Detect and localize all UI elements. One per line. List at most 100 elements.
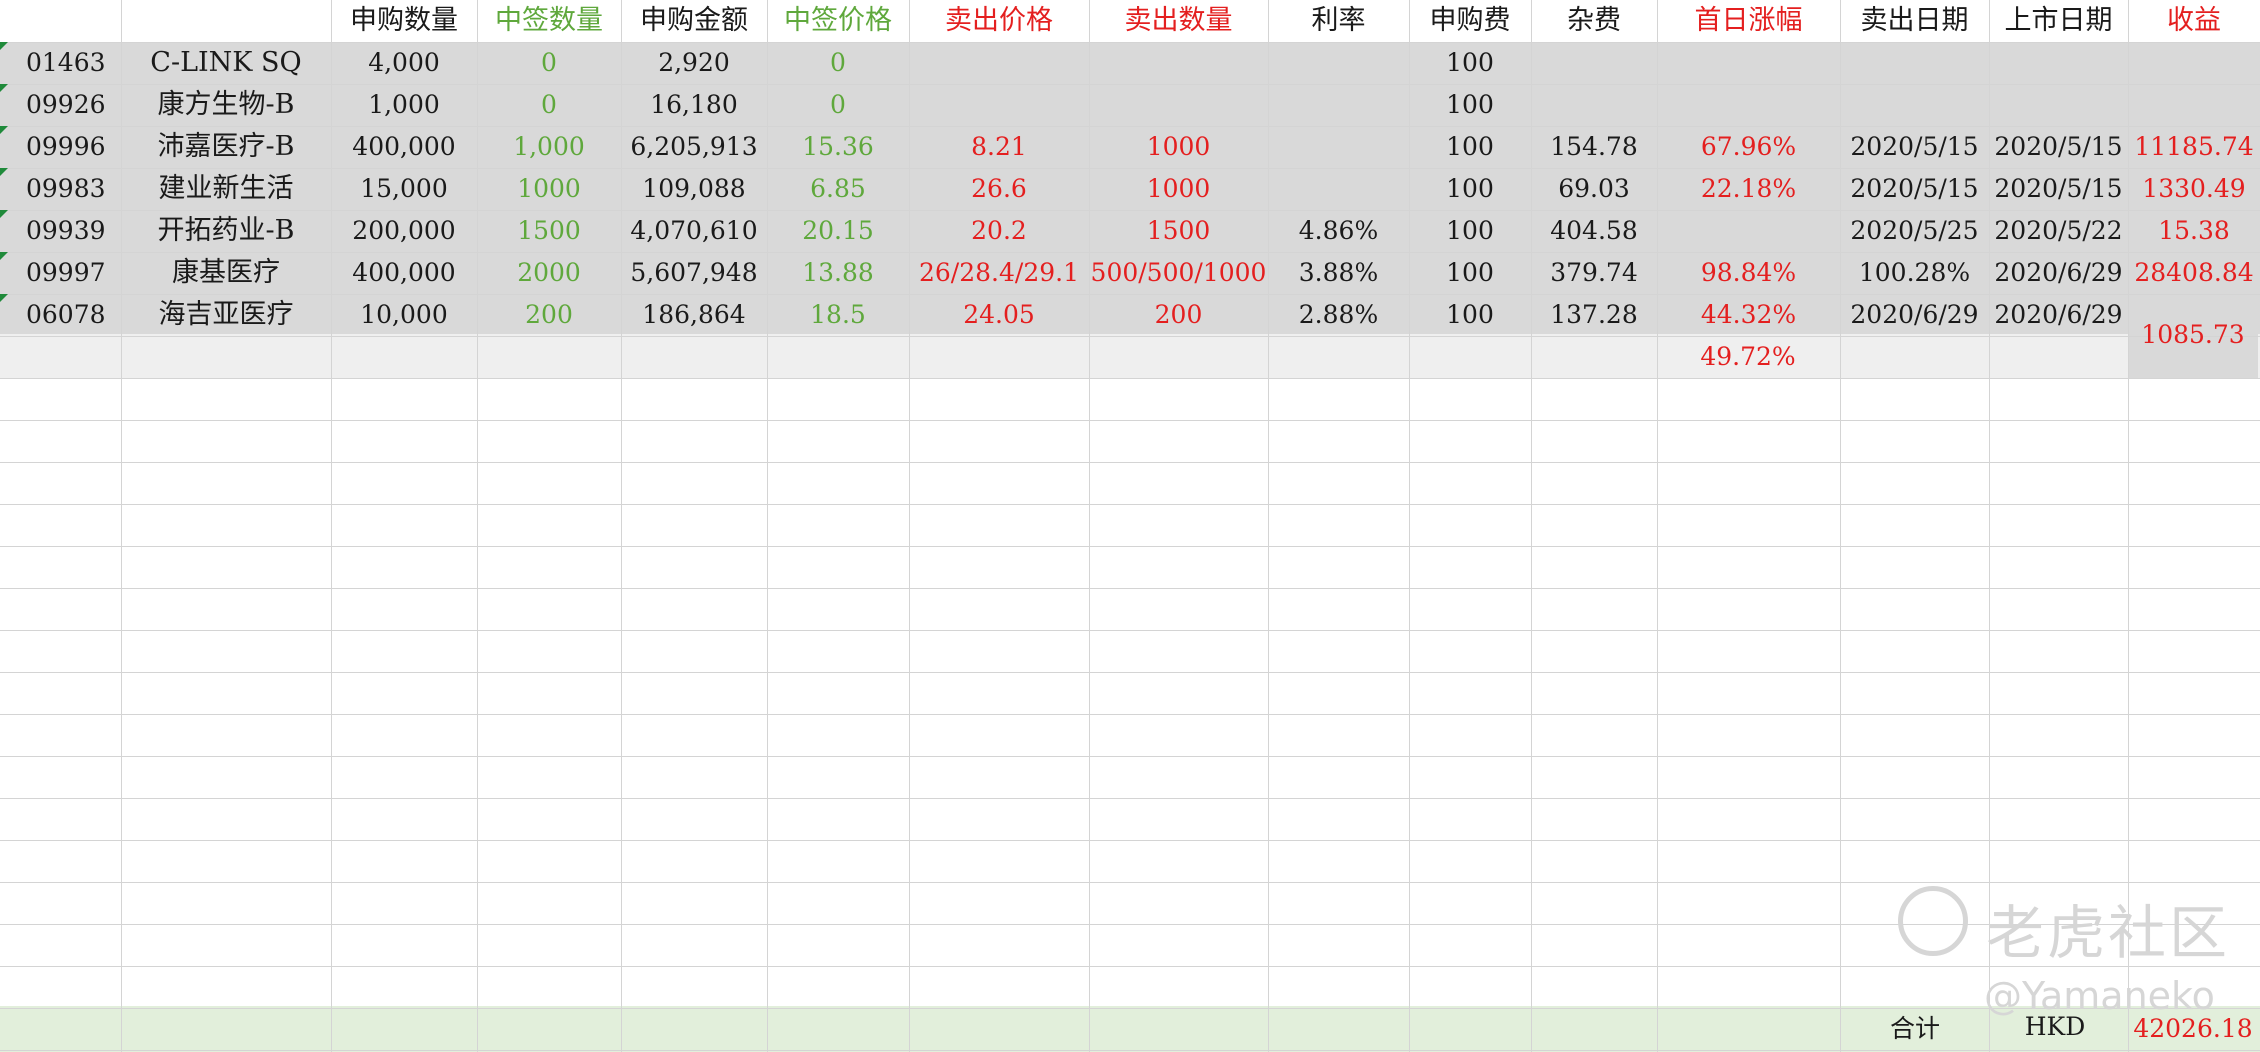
- cell-sell-qty[interactable]: [1089, 42, 1268, 84]
- cell-interest-rate[interactable]: 2.88%: [1268, 294, 1409, 336]
- cell-code[interactable]: 09997: [0, 252, 121, 294]
- cell-listing-date[interactable]: 2020/5/22: [1989, 210, 2128, 252]
- header-subscribe-amount[interactable]: 申购金额: [621, 0, 767, 42]
- cell-code[interactable]: 06078: [0, 294, 121, 336]
- cell-sell-price[interactable]: 8.21: [909, 126, 1089, 168]
- cell-sell-date[interactable]: [1840, 84, 1989, 126]
- header-subscribe-qty[interactable]: 申购数量: [331, 0, 477, 42]
- cell-listing-date[interactable]: 2020/5/15: [1989, 168, 2128, 210]
- cell-allot-price[interactable]: 6.85: [767, 168, 909, 210]
- header-subscribe-fee[interactable]: 申购费: [1409, 0, 1531, 42]
- cell-allot-price[interactable]: 15.36: [767, 126, 909, 168]
- cell-allot-price[interactable]: 20.15: [767, 210, 909, 252]
- cell-allot-price[interactable]: 13.88: [767, 252, 909, 294]
- cell-profit[interactable]: 1330.49: [2128, 168, 2260, 210]
- cell-listing-date[interactable]: [1989, 42, 2128, 84]
- cell-sell-date[interactable]: 2020/5/15: [1840, 126, 1989, 168]
- cell-subscribe-qty[interactable]: 400,000: [331, 252, 477, 294]
- cell-allot-price[interactable]: 18.5: [767, 294, 909, 336]
- cell-interest-rate[interactable]: [1268, 42, 1409, 84]
- cell-interest-rate[interactable]: 4.86%: [1268, 210, 1409, 252]
- cell-subscribe-amount[interactable]: 5,607,948: [621, 252, 767, 294]
- cell-sell-price[interactable]: [909, 42, 1089, 84]
- cell-subscribe-qty[interactable]: 15,000: [331, 168, 477, 210]
- cell-misc-fee[interactable]: 379.74: [1531, 252, 1657, 294]
- cell-code[interactable]: 09983: [0, 168, 121, 210]
- cell-code[interactable]: 01463: [0, 42, 121, 84]
- cell-sell-price[interactable]: [909, 84, 1089, 126]
- cell-name[interactable]: 康方生物-B: [121, 84, 331, 126]
- cell-name[interactable]: 海吉亚医疗: [121, 294, 331, 336]
- cell-subscribe-amount[interactable]: 6,205,913: [621, 126, 767, 168]
- header-sell-date[interactable]: 卖出日期: [1840, 0, 1989, 42]
- cell-profit[interactable]: 11185.74: [2128, 126, 2260, 168]
- cell-interest-rate[interactable]: [1268, 126, 1409, 168]
- cell-sell-date[interactable]: [1840, 42, 1989, 84]
- cell-sell-date[interactable]: 2020/5/15: [1840, 168, 1989, 210]
- header-interest-rate[interactable]: 利率: [1268, 0, 1409, 42]
- cell-misc-fee[interactable]: 154.78: [1531, 126, 1657, 168]
- cell-first-day-rise[interactable]: 22.18%: [1657, 168, 1840, 210]
- cell-first-day-rise[interactable]: 98.84%: [1657, 252, 1840, 294]
- cell-first-day-rise[interactable]: [1657, 210, 1840, 252]
- cell-sell-price[interactable]: 26.6: [909, 168, 1089, 210]
- cell-sell-price[interactable]: 20.2: [909, 210, 1089, 252]
- cell-subscribe-amount[interactable]: 16,180: [621, 84, 767, 126]
- cell-subscribe-fee[interactable]: 100: [1409, 84, 1531, 126]
- header-profit[interactable]: 收益: [2128, 0, 2260, 42]
- cell-misc-fee[interactable]: [1531, 42, 1657, 84]
- cell-interest-rate[interactable]: [1268, 168, 1409, 210]
- summary-profit[interactable]: 1085.73: [2128, 314, 2258, 356]
- cell-name[interactable]: 开拓药业-B: [121, 210, 331, 252]
- cell-allotted-qty[interactable]: 200: [477, 294, 621, 336]
- cell-allotted-qty[interactable]: 1,000: [477, 126, 621, 168]
- cell-allotted-qty[interactable]: 1500: [477, 210, 621, 252]
- cell-first-day-rise[interactable]: [1657, 42, 1840, 84]
- cell-subscribe-fee[interactable]: 100: [1409, 168, 1531, 210]
- cell-subscribe-qty[interactable]: 4,000: [331, 42, 477, 84]
- header-misc-fee[interactable]: 杂费: [1531, 0, 1657, 42]
- cell-misc-fee[interactable]: 69.03: [1531, 168, 1657, 210]
- cell-name[interactable]: C-LINK SQ: [121, 42, 331, 84]
- header-allot-price[interactable]: 中签价格: [767, 0, 909, 42]
- cell-subscribe-qty[interactable]: 400,000: [331, 126, 477, 168]
- cell-first-day-rise[interactable]: 44.32%: [1657, 294, 1840, 336]
- header-sell-qty[interactable]: 卖出数量: [1089, 0, 1268, 42]
- cell-interest-rate[interactable]: 3.88%: [1268, 252, 1409, 294]
- cell-listing-date[interactable]: [1989, 84, 2128, 126]
- cell-allot-price[interactable]: 0: [767, 84, 909, 126]
- cell-allotted-qty[interactable]: 0: [477, 84, 621, 126]
- header-first-day-rise[interactable]: 首日涨幅: [1657, 0, 1840, 42]
- cell-name[interactable]: 建业新生活: [121, 168, 331, 210]
- cell-profit[interactable]: 28408.84: [2128, 252, 2260, 294]
- cell-subscribe-amount[interactable]: 186,864: [621, 294, 767, 336]
- cell-sell-date[interactable]: 100.28%: [1840, 252, 1989, 294]
- avg-first-day-rise[interactable]: 49.72%: [1656, 336, 1840, 378]
- cell-subscribe-qty[interactable]: 200,000: [331, 210, 477, 252]
- total-label[interactable]: 合计: [1860, 1008, 1970, 1050]
- cell-subscribe-fee[interactable]: 100: [1409, 210, 1531, 252]
- cell-sell-qty[interactable]: 200: [1089, 294, 1268, 336]
- header-code[interactable]: [0, 0, 121, 42]
- cell-code[interactable]: 09939: [0, 210, 121, 252]
- cell-sell-date[interactable]: 2020/5/25: [1840, 210, 1989, 252]
- cell-sell-qty[interactable]: [1089, 84, 1268, 126]
- cell-first-day-rise[interactable]: [1657, 84, 1840, 126]
- cell-subscribe-amount[interactable]: 109,088: [621, 168, 767, 210]
- cell-sell-qty[interactable]: 1500: [1089, 210, 1268, 252]
- cell-code[interactable]: 09926: [0, 84, 121, 126]
- cell-allotted-qty[interactable]: 0: [477, 42, 621, 84]
- cell-sell-date[interactable]: 2020/6/29: [1840, 294, 1989, 336]
- cell-subscribe-qty[interactable]: 1,000: [331, 84, 477, 126]
- cell-subscribe-fee[interactable]: 100: [1409, 252, 1531, 294]
- cell-code[interactable]: 09996: [0, 126, 121, 168]
- cell-subscribe-amount[interactable]: 2,920: [621, 42, 767, 84]
- cell-subscribe-fee[interactable]: 100: [1409, 294, 1531, 336]
- cell-profit[interactable]: [2128, 42, 2260, 84]
- cell-subscribe-fee[interactable]: 100: [1409, 42, 1531, 84]
- cell-listing-date[interactable]: 2020/6/29: [1989, 294, 2128, 336]
- cell-subscribe-qty[interactable]: 10,000: [331, 294, 477, 336]
- cell-misc-fee[interactable]: 137.28: [1531, 294, 1657, 336]
- cell-sell-qty[interactable]: 1000: [1089, 126, 1268, 168]
- cell-misc-fee[interactable]: 404.58: [1531, 210, 1657, 252]
